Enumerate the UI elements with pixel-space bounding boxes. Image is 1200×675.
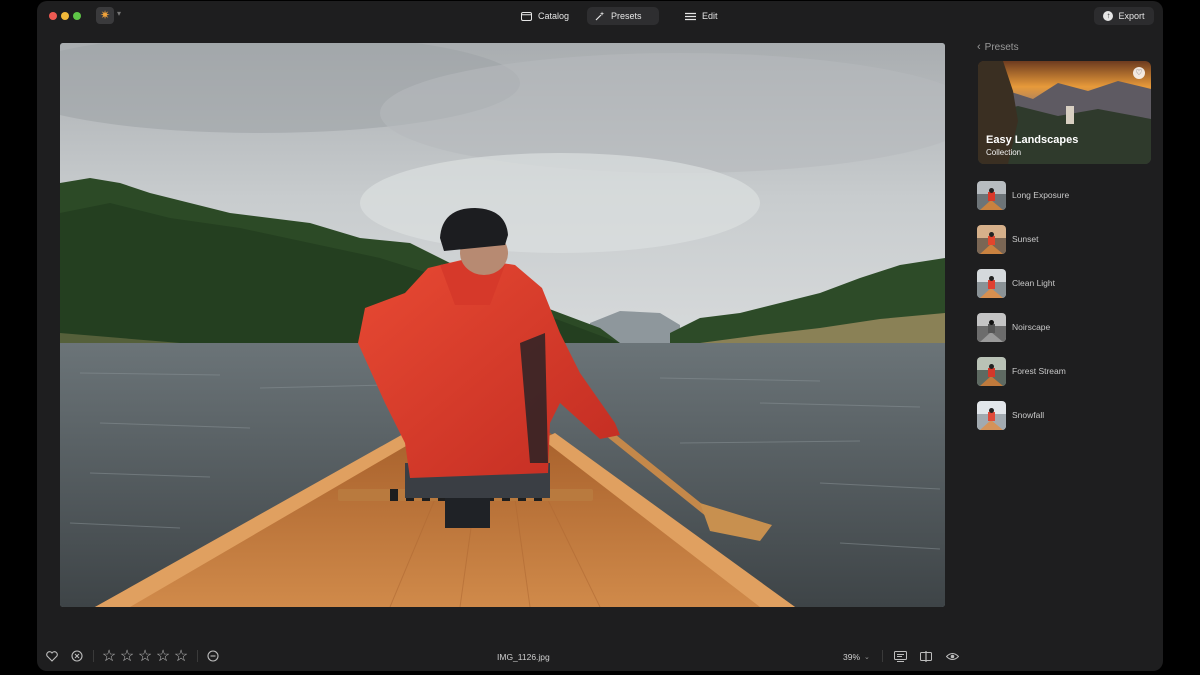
preset-item[interactable]: Clean Light [977, 268, 1147, 298]
split-view-icon[interactable] [919, 649, 933, 663]
preset-label: Forest Stream [1012, 366, 1066, 376]
compare-icon[interactable] [893, 649, 907, 663]
star-icon[interactable]: ☆ [174, 648, 188, 665]
preset-label: Sunset [1012, 234, 1039, 244]
divider [882, 650, 883, 662]
export-button[interactable]: ↑ Export [1094, 7, 1154, 25]
zoom-value: 39% [843, 652, 861, 662]
presets-icon [595, 11, 605, 21]
close-button[interactable] [49, 12, 57, 20]
zoom-button[interactable] [73, 12, 81, 20]
divider [93, 650, 94, 662]
chevron-down-icon[interactable]: ▾ [117, 9, 121, 18]
chevron-down-icon: ⌄ [864, 654, 870, 661]
preset-label: Noirscape [1012, 322, 1051, 332]
tab-catalog-label: Catalog [538, 11, 570, 21]
preset-item[interactable]: Forest Stream [977, 356, 1147, 386]
divider [197, 650, 198, 662]
export-icon: ↑ [1103, 11, 1114, 21]
heart-icon[interactable] [45, 649, 59, 663]
chevron-left-icon: ‹ [977, 41, 981, 53]
collection-subtitle: Collection [986, 148, 1022, 157]
edit-icon [685, 12, 696, 20]
preset-label: Snowfall [1012, 410, 1045, 420]
preset-label: Long Exposure [1012, 190, 1070, 200]
bottom-toolbar: ☆ ☆ ☆ ☆ ☆ IMG_1126.jpg 39% ⌄ [37, 643, 1163, 671]
tab-edit-label: Edit [702, 11, 718, 21]
collection-title: Easy Landscapes [986, 134, 1079, 146]
file-name: IMG_1126.jpg [497, 652, 550, 662]
tab-presets[interactable]: Presets [587, 7, 659, 25]
preset-label: Clean Light [1012, 278, 1056, 288]
eye-icon[interactable] [945, 649, 959, 663]
presets-sidebar: ‹ Presets ♡ Easy Landscapes Collection L… [977, 37, 1157, 457]
preset-thumbnail [977, 312, 1006, 342]
back-label: Presets [984, 41, 1019, 53]
collection-card[interactable]: ♡ Easy Landscapes Collection [978, 61, 1151, 164]
minus-circle-icon[interactable] [206, 649, 220, 663]
star-icon[interactable]: ☆ [156, 648, 170, 665]
preset-thumbnail [977, 268, 1006, 298]
app-window: ✷ ▾ Catalog Presets Edit ↑ Export ‹ Pres… [37, 1, 1163, 671]
preset-item[interactable]: Sunset [977, 224, 1147, 254]
tab-edit[interactable]: Edit [677, 7, 726, 25]
preset-thumbnail [977, 224, 1006, 254]
preset-item[interactable]: Long Exposure [977, 180, 1147, 210]
star-icon[interactable]: ☆ [120, 648, 134, 665]
minimize-button[interactable] [61, 12, 69, 20]
catalog-icon [521, 11, 532, 21]
app-icon[interactable]: ✷ [96, 7, 114, 24]
title-bar: ✷ ▾ Catalog Presets Edit ↑ Export [37, 1, 1163, 31]
preset-thumbnail [977, 356, 1006, 386]
tab-presets-label: Presets [611, 11, 642, 21]
photo-canvas[interactable] [60, 43, 945, 607]
preset-thumbnail [977, 180, 1006, 210]
heart-icon[interactable]: ♡ [1133, 67, 1145, 79]
star-icon[interactable]: ☆ [102, 648, 116, 665]
zoom-dropdown[interactable]: 39% ⌄ [843, 652, 870, 662]
preset-item[interactable]: Snowfall [977, 400, 1147, 430]
back-to-presets[interactable]: ‹ Presets [977, 41, 1019, 53]
tab-catalog[interactable]: Catalog [513, 7, 577, 25]
preset-item[interactable]: Noirscape [977, 312, 1147, 342]
canoe-photo [60, 43, 945, 607]
export-label: Export [1118, 11, 1145, 21]
preset-thumbnail [977, 400, 1006, 430]
reject-icon[interactable] [70, 649, 84, 663]
star-icon[interactable]: ☆ [138, 648, 152, 665]
